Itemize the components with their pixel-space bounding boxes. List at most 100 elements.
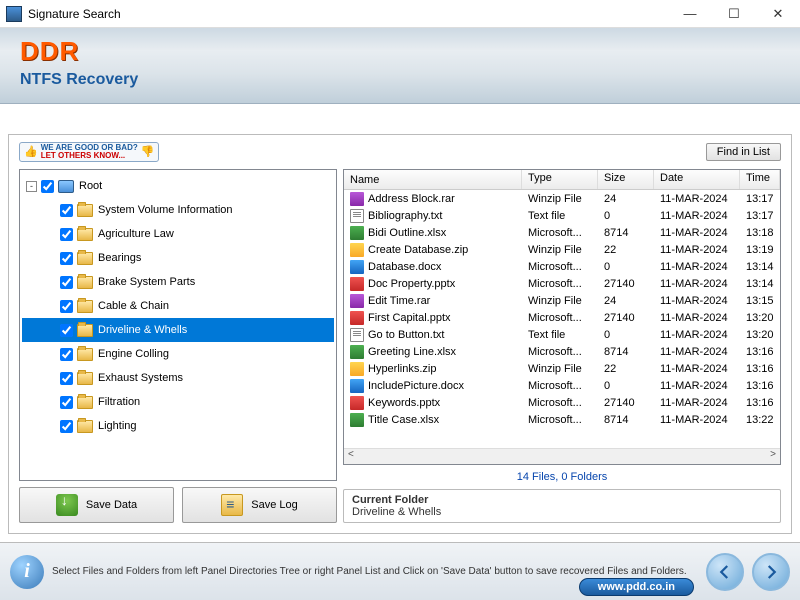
folder-icon	[77, 348, 93, 361]
tree-checkbox[interactable]	[60, 396, 73, 409]
tree-item[interactable]: Cable & Chain	[22, 294, 334, 318]
tree-checkbox[interactable]	[60, 348, 73, 361]
list-row[interactable]: Go to Button.txtText file011-MAR-202413:…	[344, 326, 780, 343]
tree-item[interactable]: Filtration	[22, 390, 334, 414]
file-time: 13:16	[740, 380, 780, 392]
maximize-button[interactable]: ☐	[712, 0, 756, 28]
file-name: Bidi Outline.xlsx	[368, 227, 446, 239]
feedback-badge[interactable]: 👍 WE ARE GOOD OR BAD? LET OTHERS KNOW...…	[19, 142, 159, 162]
tree-checkbox[interactable]	[60, 372, 73, 385]
folder-icon	[77, 396, 93, 409]
file-type: Microsoft...	[522, 227, 598, 239]
file-count: 14 Files, 0 Folders	[343, 469, 781, 485]
tree-item[interactable]: Bearings	[22, 246, 334, 270]
list-row[interactable]: Bidi Outline.xlsxMicrosoft...871411-MAR-…	[344, 224, 780, 241]
col-header-time[interactable]: Time	[740, 170, 780, 189]
file-name: Go to Button.txt	[368, 329, 444, 341]
col-header-size[interactable]: Size	[598, 170, 654, 189]
tree-panel: -RootSystem Volume Information Agricultur…	[19, 169, 337, 523]
file-type: Microsoft...	[522, 397, 598, 409]
tree-item-label: Agriculture Law	[98, 228, 174, 240]
titlebar: Signature Search — ☐ ✕	[0, 0, 800, 28]
list-row[interactable]: Keywords.pptxMicrosoft...2714011-MAR-202…	[344, 394, 780, 411]
file-size: 0	[598, 261, 654, 273]
tree-item[interactable]: Brake System Parts	[22, 270, 334, 294]
collapse-icon[interactable]: -	[26, 181, 37, 192]
file-time: 13:20	[740, 329, 780, 341]
file-rar-icon	[350, 294, 364, 308]
col-header-type[interactable]: Type	[522, 170, 598, 189]
tree-item[interactable]: Driveline & Whells	[22, 318, 334, 342]
tree-checkbox[interactable]	[60, 300, 73, 313]
tree-checkbox[interactable]	[60, 420, 73, 433]
save-data-button[interactable]: Save Data	[19, 487, 174, 523]
file-type: Microsoft...	[522, 380, 598, 392]
close-button[interactable]: ✕	[756, 0, 800, 28]
footer-hint: Select Files and Folders from left Panel…	[52, 565, 698, 578]
col-header-date[interactable]: Date	[654, 170, 740, 189]
col-header-name[interactable]: Name	[344, 170, 522, 189]
tree-item[interactable]: Exhaust Systems	[22, 366, 334, 390]
list-row[interactable]: IncludePicture.docxMicrosoft...011-MAR-2…	[344, 377, 780, 394]
file-txt-icon	[350, 209, 364, 223]
file-name: Greeting Line.xlsx	[368, 346, 456, 358]
file-date: 11-MAR-2024	[654, 312, 740, 324]
save-log-button[interactable]: Save Log	[182, 487, 337, 523]
tree-checkbox[interactable]	[60, 276, 73, 289]
tree-root[interactable]: -Root	[22, 174, 334, 198]
file-size: 8714	[598, 227, 654, 239]
tree-item[interactable]: Lighting	[22, 414, 334, 438]
nav-next-button[interactable]	[752, 553, 790, 591]
folder-tree[interactable]: -RootSystem Volume Information Agricultur…	[19, 169, 337, 481]
list-row[interactable]: Bibliography.txtText file011-MAR-202413:…	[344, 207, 780, 224]
file-size: 22	[598, 363, 654, 375]
file-zip-icon	[350, 243, 364, 257]
scroll-left-icon[interactable]: <	[344, 449, 358, 464]
file-date: 11-MAR-2024	[654, 210, 740, 222]
list-row[interactable]: Create Database.zipWinzip File2211-MAR-2…	[344, 241, 780, 258]
tree-checkbox[interactable]	[60, 228, 73, 241]
file-type: Winzip File	[522, 193, 598, 205]
file-time: 13:19	[740, 244, 780, 256]
file-zip-icon	[350, 362, 364, 376]
list-body[interactable]: Address Block.rarWinzip File2411-MAR-202…	[344, 190, 780, 448]
file-time: 13:18	[740, 227, 780, 239]
tree-item[interactable]: Agriculture Law	[22, 222, 334, 246]
list-row[interactable]: Database.docxMicrosoft...011-MAR-202413:…	[344, 258, 780, 275]
file-xlsx-icon	[350, 226, 364, 240]
list-row[interactable]: Edit Time.rarWinzip File2411-MAR-202413:…	[344, 292, 780, 309]
file-date: 11-MAR-2024	[654, 278, 740, 290]
file-date: 11-MAR-2024	[654, 261, 740, 273]
tree-checkbox[interactable]	[60, 252, 73, 265]
tree-item[interactable]: System Volume Information	[22, 198, 334, 222]
file-time: 13:16	[740, 363, 780, 375]
file-type: Winzip File	[522, 244, 598, 256]
list-row[interactable]: Doc Property.pptxMicrosoft...2714011-MAR…	[344, 275, 780, 292]
file-date: 11-MAR-2024	[654, 397, 740, 409]
tree-checkbox[interactable]	[60, 324, 73, 337]
file-name: Title Case.xlsx	[368, 414, 439, 426]
minimize-button[interactable]: —	[668, 0, 712, 28]
horizontal-scrollbar[interactable]: < >	[344, 448, 780, 464]
list-row[interactable]: Hyperlinks.zipWinzip File2211-MAR-202413…	[344, 360, 780, 377]
nav-prev-button[interactable]	[706, 553, 744, 591]
thumb-down-icon: 👎	[141, 147, 155, 158]
tree-item-label: Lighting	[98, 420, 137, 432]
find-in-list-button[interactable]: Find in List	[706, 143, 781, 161]
tree-checkbox[interactable]	[60, 204, 73, 217]
list-row[interactable]: Title Case.xlsxMicrosoft...871411-MAR-20…	[344, 411, 780, 428]
file-docx-icon	[350, 379, 364, 393]
list-row[interactable]: Greeting Line.xlsxMicrosoft...871411-MAR…	[344, 343, 780, 360]
scroll-right-icon[interactable]: >	[766, 449, 780, 464]
tree-item-label: Filtration	[98, 396, 140, 408]
tree-item[interactable]: Engine Colling	[22, 342, 334, 366]
folder-icon	[77, 252, 93, 265]
tree-checkbox[interactable]	[41, 180, 54, 193]
list-row[interactable]: First Capital.pptxMicrosoft...2714011-MA…	[344, 309, 780, 326]
file-xlsx-icon	[350, 413, 364, 427]
tree-item-label: Engine Colling	[98, 348, 169, 360]
file-rar-icon	[350, 192, 364, 206]
url-pill[interactable]: www.pdd.co.in	[579, 578, 694, 596]
file-size: 27140	[598, 397, 654, 409]
list-row[interactable]: Address Block.rarWinzip File2411-MAR-202…	[344, 190, 780, 207]
